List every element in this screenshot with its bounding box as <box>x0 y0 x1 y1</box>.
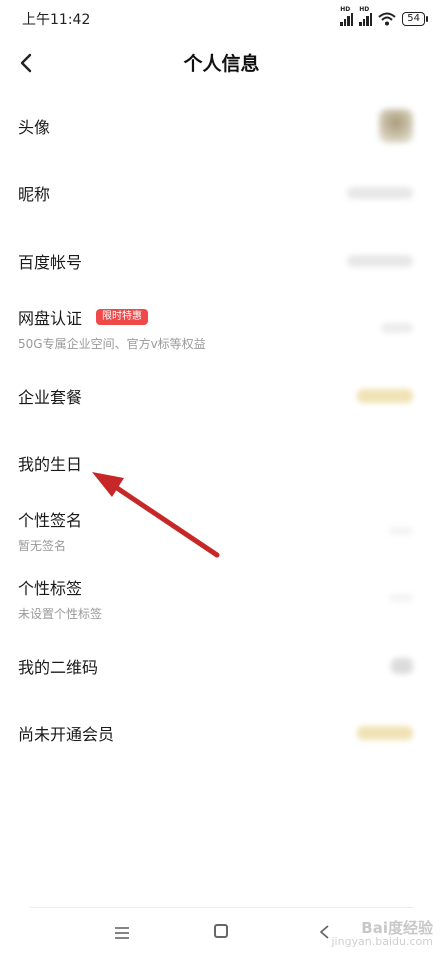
home-icon[interactable] <box>214 924 228 938</box>
enterprise-plan-value <box>357 388 413 403</box>
status-time: 上午11:42 <box>22 12 91 28</box>
row-label: 百度帐号 <box>18 252 83 272</box>
promo-badge: 限时特惠 <box>96 308 149 325</box>
battery-icon: 54 <box>402 12 428 26</box>
row-netdisk-verification[interactable]: 网盘认证 限时特惠 50G专属企业空间、官方v标等权益 <box>0 295 443 363</box>
signal-icon: HD <box>359 6 373 26</box>
menu-icon[interactable] <box>114 926 130 940</box>
row-label: 企业套餐 <box>18 387 83 407</box>
row-label: 个性标签 <box>18 578 83 598</box>
profile-list: 头像 昵称 百度帐号 网盘认证 限时特惠 50G专属企业空间、官方v标等权益 企… <box>0 92 443 767</box>
row-tags[interactable]: 个性标签 未设置个性标签 <box>0 565 443 633</box>
row-enterprise-plan[interactable]: 企业套餐 <box>0 362 443 430</box>
row-label: 头像 <box>18 117 51 137</box>
nickname-value <box>347 187 413 200</box>
watermark: Bai度经验 jingyan.baidu.com <box>331 919 433 949</box>
row-signature[interactable]: 个性签名 暂无签名 <box>0 497 443 565</box>
row-label: 网盘认证 <box>18 308 83 328</box>
nav-bar: 个人信息 <box>0 38 443 86</box>
row-avatar[interactable]: 头像 <box>0 92 443 160</box>
row-label: 我的生日 <box>18 455 83 475</box>
row-subtitle: 50G专属企业空间、官方v标等权益 <box>18 336 206 351</box>
watermark-url: jingyan.baidu.com <box>331 935 433 948</box>
account-value <box>347 254 413 267</box>
row-nickname[interactable]: 昵称 <box>0 160 443 228</box>
avatar <box>379 108 413 143</box>
status-icons: HD HD 54 <box>340 6 428 26</box>
status-bar: 上午11:42 HD HD 54 <box>0 0 443 38</box>
row-label: 尚未开通会员 <box>18 725 115 745</box>
row-subtitle: 未设置个性标签 <box>18 606 103 621</box>
verification-value <box>381 323 413 334</box>
row-label: 个性签名 <box>18 511 83 531</box>
row-birthday[interactable]: 我的生日 <box>0 430 443 498</box>
row-qr-code[interactable]: 我的二维码 <box>0 632 443 700</box>
back-triangle-icon[interactable] <box>318 924 330 940</box>
membership-value <box>357 726 413 741</box>
tags-value <box>389 594 413 603</box>
row-label: 我的二维码 <box>18 657 99 677</box>
signal-icon: HD <box>340 6 354 26</box>
row-subtitle: 暂无签名 <box>18 539 67 554</box>
wifi-icon <box>378 12 396 26</box>
qr-code-icon <box>391 657 413 674</box>
page-title: 个人信息 <box>183 52 260 75</box>
watermark-logo: Bai度经验 <box>361 919 433 937</box>
row-membership[interactable]: 尚未开通会员 <box>0 700 443 768</box>
row-baidu-account[interactable]: 百度帐号 <box>0 227 443 295</box>
signature-value <box>389 526 413 535</box>
row-label: 昵称 <box>18 185 51 205</box>
chevron-left-icon[interactable] <box>14 50 40 76</box>
